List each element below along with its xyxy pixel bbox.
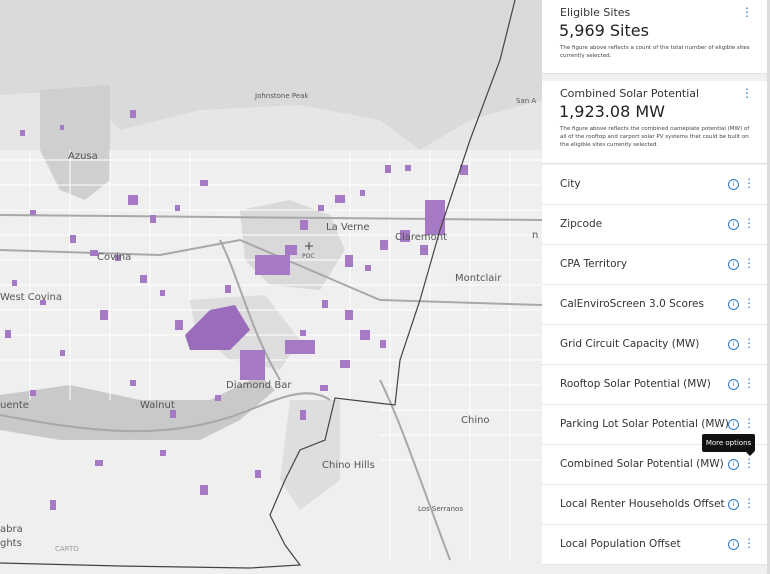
label-azusa: Azusa xyxy=(68,151,98,162)
combined-solar-title: Combined Solar Potential xyxy=(560,87,700,100)
label-pomona-partial: n xyxy=(532,230,538,241)
more-options-icon[interactable]: ⋮ xyxy=(743,337,755,349)
more-options-tooltip: More options xyxy=(702,434,755,456)
info-icon[interactable]: i xyxy=(728,539,739,550)
filter-label: City xyxy=(560,178,581,190)
label-diamond-bar: Diamond Bar xyxy=(226,380,292,391)
combined-solar-value: 1,923.08 MW xyxy=(559,102,665,121)
combined-solar-card: Combined Solar Potential ⋮ 1,923.08 MW T… xyxy=(542,81,767,164)
filter-label: CalEnviroScreen 3.0 Scores xyxy=(560,298,704,310)
filter-cpa-territory[interactable]: CPA Territory i ⋮ xyxy=(542,245,767,285)
label-chino: Chino xyxy=(461,415,490,426)
filter-label: Local Population Offset xyxy=(560,538,681,550)
combined-solar-menu-icon[interactable]: ⋮ xyxy=(741,87,753,99)
filter-label: CPA Territory xyxy=(560,258,628,270)
info-icon[interactable]: i xyxy=(728,299,739,310)
filter-zipcode[interactable]: Zipcode i ⋮ xyxy=(542,205,767,245)
info-icon[interactable]: i xyxy=(728,499,739,510)
filter-calenviroscreen[interactable]: CalEnviroScreen 3.0 Scores i ⋮ xyxy=(542,285,767,325)
eligible-sites-value: 5,969 Sites xyxy=(559,21,649,40)
label-johnstone-peak: Johnstone Peak xyxy=(254,92,309,100)
filter-label: Rooftop Solar Potential (MW) xyxy=(560,378,711,390)
label-ghts: ghts xyxy=(0,538,22,549)
more-options-icon[interactable]: ⋮ xyxy=(743,497,755,509)
info-icon[interactable]: i xyxy=(728,419,739,430)
label-san-a: San A xyxy=(516,97,536,105)
info-icon[interactable]: i xyxy=(728,179,739,190)
label-walnut: Walnut xyxy=(140,400,175,411)
info-icon[interactable]: i xyxy=(728,379,739,390)
label-montclair: Montclair xyxy=(455,273,502,284)
more-options-icon[interactable]: ⋮ xyxy=(743,177,755,189)
combined-solar-description: The figure above reflects the combined n… xyxy=(560,126,750,148)
more-options-icon[interactable]: ⋮ xyxy=(743,297,755,309)
filter-label: Local Renter Households Offset xyxy=(560,498,725,510)
label-poc: POC xyxy=(302,253,315,260)
info-icon[interactable]: i xyxy=(728,459,739,470)
map-canvas[interactable]: Johnstone Peak Azusa La Verne Claremont … xyxy=(0,0,542,574)
label-chino-hills: Chino Hills xyxy=(322,460,375,471)
more-options-icon[interactable]: ⋮ xyxy=(743,537,755,549)
label-covina: Covina xyxy=(97,252,131,263)
filter-city[interactable]: City i ⋮ xyxy=(542,165,767,205)
filter-population-offset[interactable]: Local Population Offset i ⋮ xyxy=(542,525,767,565)
more-options-icon[interactable]: ⋮ xyxy=(743,257,755,269)
eligible-sites-title: Eligible Sites xyxy=(560,6,631,19)
carto-attribution: CARTO xyxy=(55,545,79,553)
filter-label: Combined Solar Potential (MW) xyxy=(560,458,724,470)
info-icon[interactable]: i xyxy=(728,219,739,230)
label-uente: uente xyxy=(0,400,29,411)
filter-label: Zipcode xyxy=(560,218,603,230)
filter-rooftop-solar[interactable]: Rooftop Solar Potential (MW) i ⋮ xyxy=(542,365,767,405)
filter-renter-households[interactable]: Local Renter Households Offset i ⋮ xyxy=(542,485,767,525)
filter-label: Parking Lot Solar Potential (MW) xyxy=(560,418,729,430)
label-west-covina: West Covina xyxy=(0,292,62,303)
label-claremont: Claremont xyxy=(395,232,447,243)
map-view[interactable]: Johnstone Peak Azusa La Verne Claremont … xyxy=(0,0,542,574)
more-options-icon[interactable]: ⋮ xyxy=(743,217,755,229)
filter-label: Grid Circuit Capacity (MW) xyxy=(560,338,700,350)
eligible-sites-description: The figure above reflects a count of the… xyxy=(560,45,750,59)
label-la-verne: La Verne xyxy=(326,222,370,233)
label-los-serranos: Los Serranos xyxy=(418,505,463,513)
eligible-sites-menu-icon[interactable]: ⋮ xyxy=(741,6,753,18)
label-abra: abra xyxy=(0,524,23,535)
more-options-icon[interactable]: ⋮ xyxy=(743,377,755,389)
filter-grid-circuit-capacity[interactable]: Grid Circuit Capacity (MW) i ⋮ xyxy=(542,325,767,365)
info-icon[interactable]: i xyxy=(728,339,739,350)
more-options-icon[interactable]: ⋮ xyxy=(743,417,755,429)
more-options-icon[interactable]: ⋮ xyxy=(743,457,755,469)
eligible-sites-card: Eligible Sites ⋮ 5,969 Sites The figure … xyxy=(542,0,767,74)
side-panel: Eligible Sites ⋮ 5,969 Sites The figure … xyxy=(542,0,770,574)
info-icon[interactable]: i xyxy=(728,259,739,270)
